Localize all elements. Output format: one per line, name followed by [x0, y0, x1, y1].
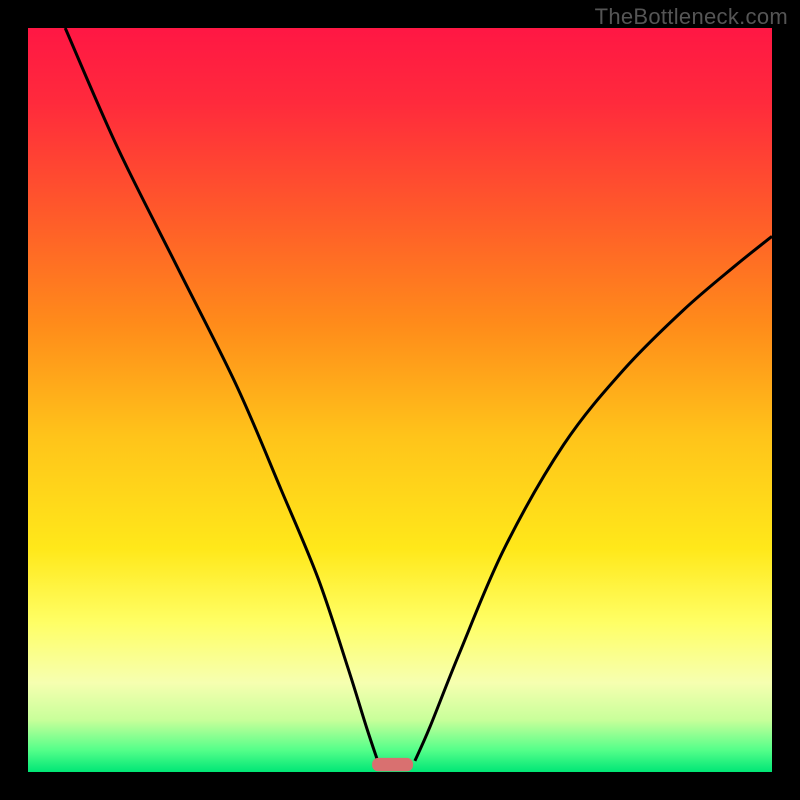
- valley-marker: [372, 758, 413, 771]
- bottleneck-chart: [0, 0, 800, 800]
- watermark-text: TheBottleneck.com: [595, 4, 788, 30]
- plot-background: [28, 28, 772, 772]
